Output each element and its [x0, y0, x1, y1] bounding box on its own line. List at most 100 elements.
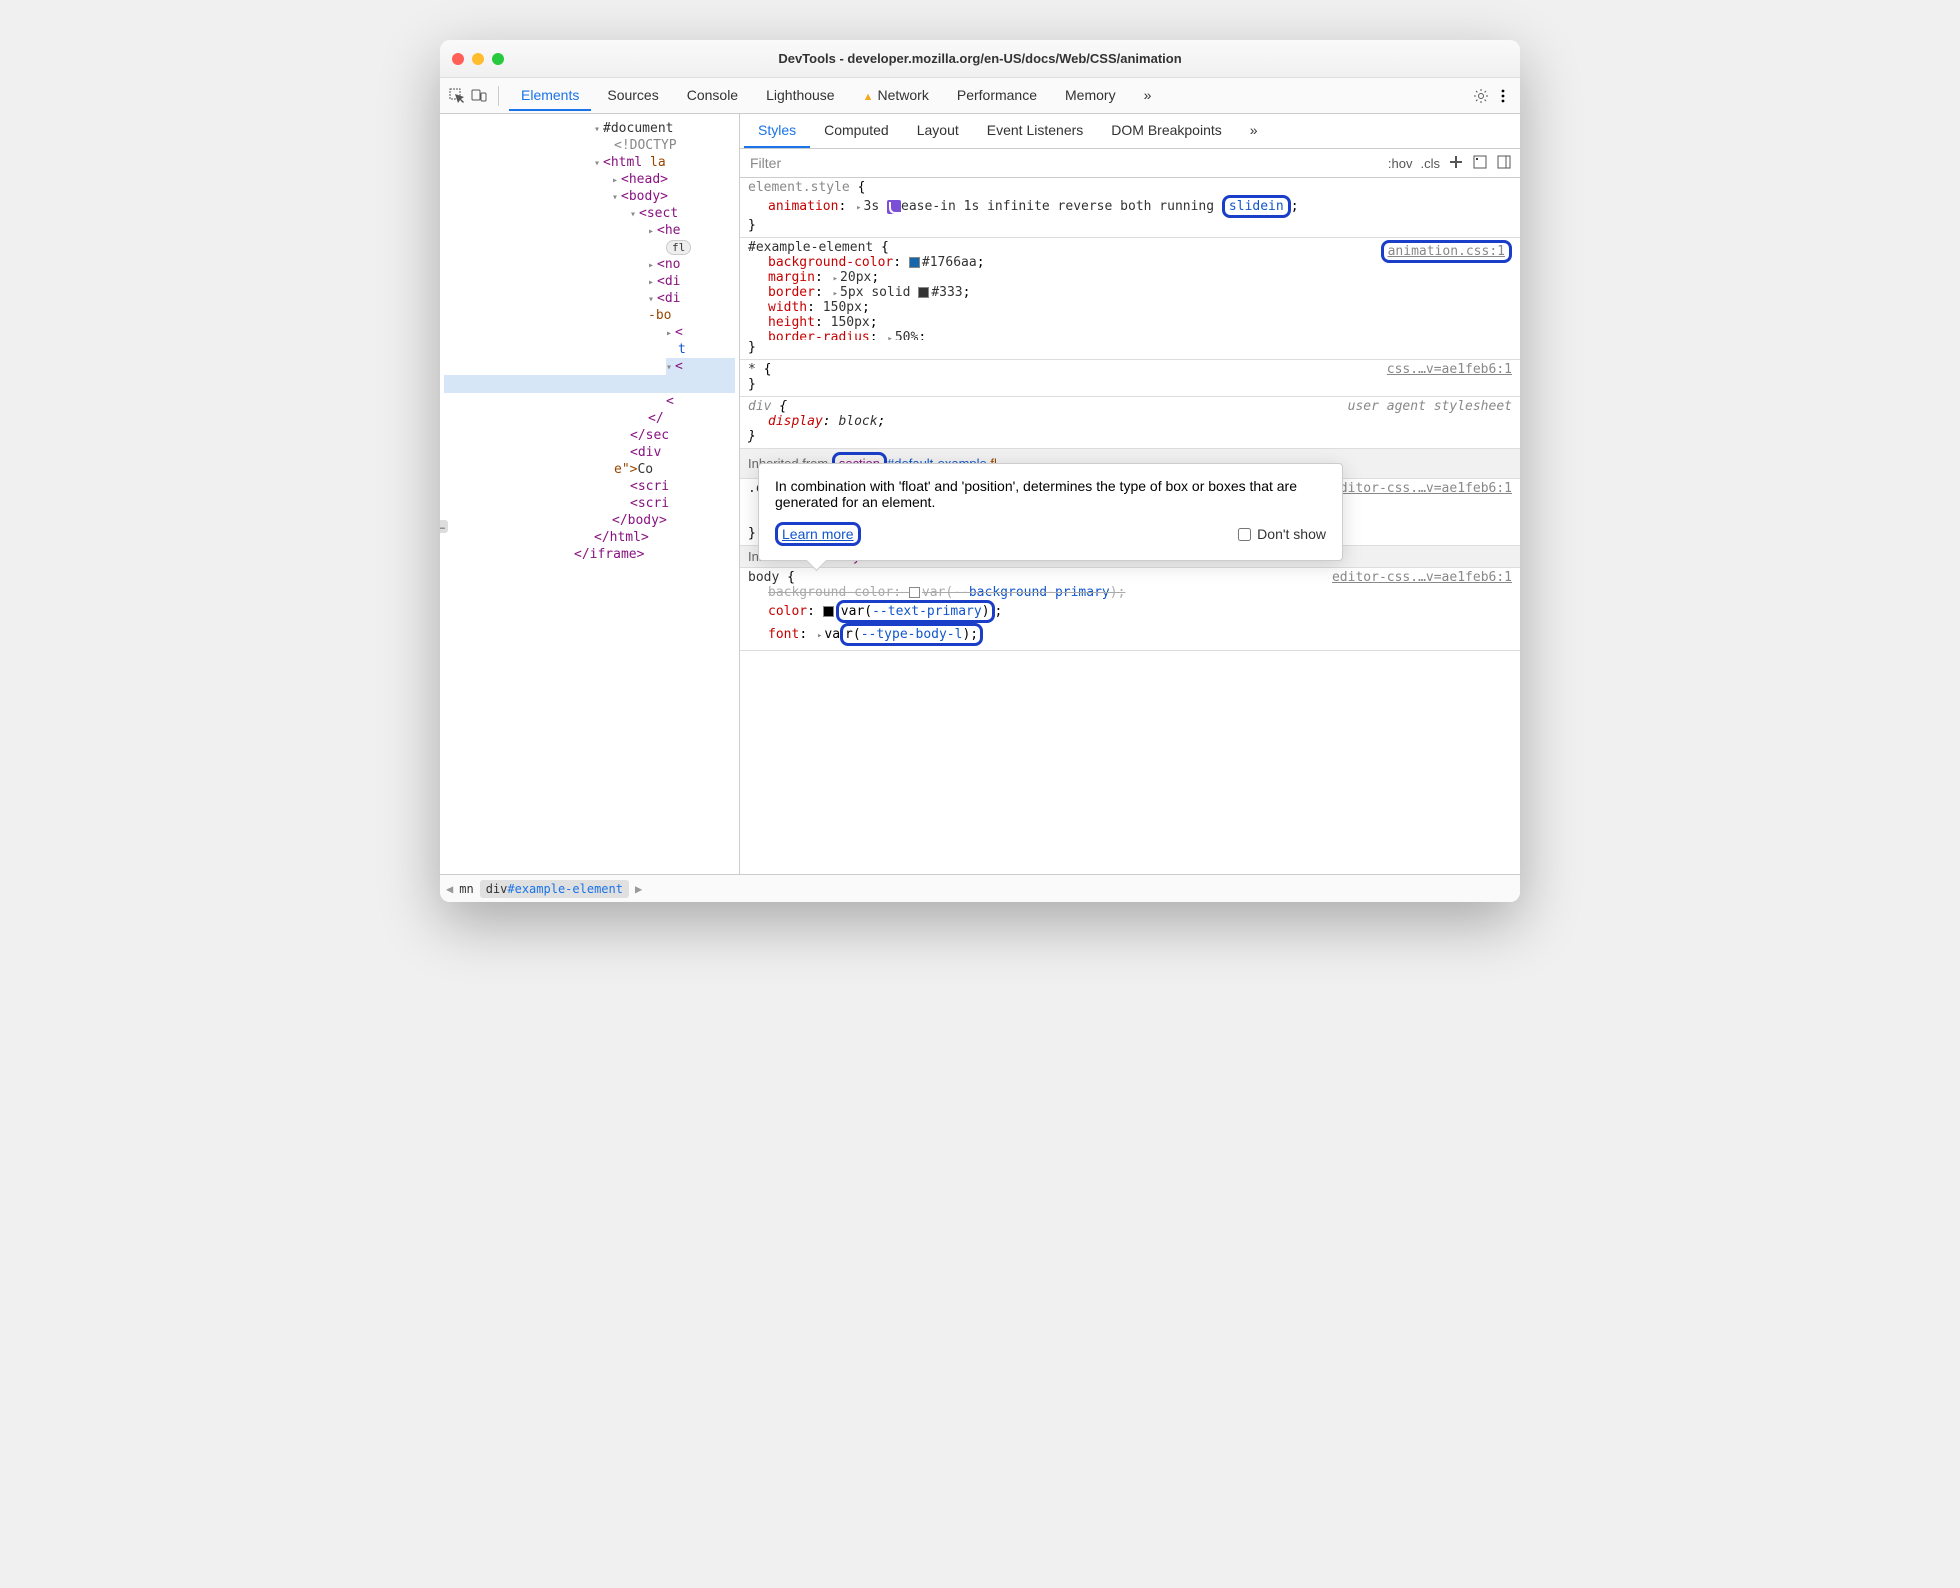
dom-node[interactable]: <div: [630, 444, 735, 461]
panel-toggle-icon[interactable]: [1496, 154, 1512, 173]
dom-node[interactable]: <he: [648, 222, 735, 239]
subtab-layout[interactable]: Layout: [903, 114, 973, 148]
dom-node[interactable]: <scri: [630, 478, 735, 495]
filter-row: :hov .cls: [740, 149, 1520, 178]
prop-name[interactable]: font: [768, 627, 799, 642]
css-rules: element.style { animation: 3s ease-in 1s…: [740, 178, 1520, 874]
styles-subtabs: Styles Computed Layout Event Listeners D…: [740, 114, 1520, 149]
prop-name[interactable]: background-color: [768, 255, 893, 270]
tab-elements[interactable]: Elements: [509, 81, 591, 111]
tab-lighthouse[interactable]: Lighthouse: [754, 81, 847, 111]
dom-node[interactable]: <di: [648, 290, 735, 307]
filter-input[interactable]: [740, 149, 1380, 177]
dom-close: </iframe>: [574, 546, 735, 563]
computed-styles-icon[interactable]: [1472, 154, 1488, 173]
prop-name[interactable]: animation: [768, 199, 838, 214]
dom-selected-line[interactable]: [444, 375, 735, 393]
zoom-icon[interactable]: [492, 53, 504, 65]
highlight-slidein: slidein: [1222, 195, 1291, 218]
prop-name[interactable]: height: [768, 315, 815, 330]
prop-name[interactable]: border: [768, 285, 815, 300]
ellipsis-icon[interactable]: …: [440, 520, 448, 533]
dom-node-selected[interactable]: <: [666, 358, 735, 375]
rule-star[interactable]: css.…v=ae1feb6:1 * {}: [740, 360, 1520, 397]
dom-node[interactable]: <sect: [630, 205, 735, 222]
prop-name[interactable]: border-radius: [768, 330, 870, 340]
inspect-icon[interactable]: [448, 87, 466, 105]
color-swatch-icon[interactable]: [909, 257, 920, 268]
breadcrumb[interactable]: ◀ mn div#example-element ▶: [440, 874, 1520, 902]
minimize-icon[interactable]: [472, 53, 484, 65]
highlight-learn-more: Learn more: [775, 522, 861, 546]
crumb-selected[interactable]: div#example-element: [480, 880, 629, 898]
dom-attr: -bo: [648, 307, 735, 324]
dom-tree[interactable]: … #document <!DOCTYP <html la <head> <bo…: [440, 114, 740, 874]
source-link[interactable]: editor-css.…v=ae1feb6:1: [1332, 570, 1512, 585]
tab-network[interactable]: Network: [851, 81, 941, 111]
tabs-overflow[interactable]: »: [1132, 81, 1164, 111]
dom-node[interactable]: <no: [648, 256, 735, 273]
device-icon[interactable]: [470, 87, 488, 105]
dom-close: </body>: [612, 512, 735, 529]
prop-name[interactable]: background-color: [768, 585, 893, 600]
dom-attr: e">Co: [614, 461, 735, 478]
subtab-event-listeners[interactable]: Event Listeners: [973, 114, 1098, 148]
dom-node[interactable]: <: [666, 324, 735, 341]
dom-node[interactable]: <body>: [612, 188, 735, 205]
source-link[interactable]: css.…v=ae1feb6:1: [1387, 362, 1512, 377]
prop-name[interactable]: margin: [768, 270, 815, 285]
dont-show-checkbox[interactable]: Don't show: [1238, 526, 1326, 542]
chevron-right-icon[interactable]: ▶: [635, 882, 642, 896]
devtools-window: DevTools - developer.mozilla.org/en-US/d…: [440, 40, 1520, 902]
highlight-var: var(--text-primary): [836, 600, 995, 623]
main-toolbar: Elements Sources Console Lighthouse Netw…: [440, 78, 1520, 114]
rule-example-element[interactable]: animation.css:1 #example-element { backg…: [740, 238, 1520, 360]
crumb-item[interactable]: mn: [459, 882, 473, 896]
dom-pill[interactable]: fl: [666, 239, 735, 256]
dom-close: </html>: [594, 529, 735, 546]
dom-node[interactable]: <head>: [612, 171, 735, 188]
new-rule-icon[interactable]: [1448, 154, 1464, 173]
source-link[interactable]: editor-css.…v=ae1feb6:1: [1332, 481, 1512, 496]
styles-pane: Styles Computed Layout Event Listeners D…: [740, 114, 1520, 874]
tab-memory[interactable]: Memory: [1053, 81, 1128, 111]
highlight-source: animation.css:1: [1381, 240, 1512, 263]
cls-toggle[interactable]: .cls: [1421, 156, 1441, 171]
close-icon[interactable]: [452, 53, 464, 65]
chevron-left-icon[interactable]: ◀: [446, 882, 453, 896]
dom-close: <: [666, 393, 735, 410]
subtab-dom-breakpoints[interactable]: DOM Breakpoints: [1097, 114, 1235, 148]
dom-close: </sec: [630, 427, 735, 444]
dom-node[interactable]: #document: [594, 120, 735, 137]
rule-body[interactable]: editor-css.…v=ae1feb6:1 body { backgroun…: [740, 568, 1520, 651]
dom-text: t: [678, 341, 735, 358]
rule-element-style[interactable]: element.style { animation: 3s ease-in 1s…: [740, 178, 1520, 238]
learn-more-link[interactable]: Learn more: [782, 526, 854, 542]
window-title: DevTools - developer.mozilla.org/en-US/d…: [778, 51, 1181, 66]
subtab-styles[interactable]: Styles: [744, 114, 810, 148]
subtab-computed[interactable]: Computed: [810, 114, 903, 148]
selector: body: [748, 570, 779, 585]
easing-icon[interactable]: [887, 200, 901, 214]
tab-performance[interactable]: Performance: [945, 81, 1049, 111]
prop-name[interactable]: color: [768, 604, 807, 619]
kebab-icon[interactable]: [1494, 87, 1512, 105]
color-swatch-icon[interactable]: [918, 287, 929, 298]
tab-console[interactable]: Console: [675, 81, 750, 111]
dom-node[interactable]: <scri: [630, 495, 735, 512]
gear-icon[interactable]: [1472, 87, 1490, 105]
dom-node[interactable]: <di: [648, 273, 735, 290]
titlebar: DevTools - developer.mozilla.org/en-US/d…: [440, 40, 1520, 78]
hov-toggle[interactable]: :hov: [1388, 156, 1413, 171]
color-swatch-icon[interactable]: [909, 587, 920, 598]
prop-name[interactable]: width: [768, 300, 807, 315]
color-swatch-icon[interactable]: [823, 606, 834, 617]
checkbox[interactable]: [1238, 528, 1251, 541]
subtabs-overflow[interactable]: »: [1236, 114, 1272, 148]
tab-sources[interactable]: Sources: [595, 81, 670, 111]
selector: *: [748, 362, 756, 377]
prop-name[interactable]: display: [768, 414, 823, 429]
dom-node[interactable]: <html la: [594, 154, 735, 171]
rule-div[interactable]: user agent stylesheet div { display: blo…: [740, 397, 1520, 449]
source-link[interactable]: animation.css:1: [1388, 244, 1505, 259]
